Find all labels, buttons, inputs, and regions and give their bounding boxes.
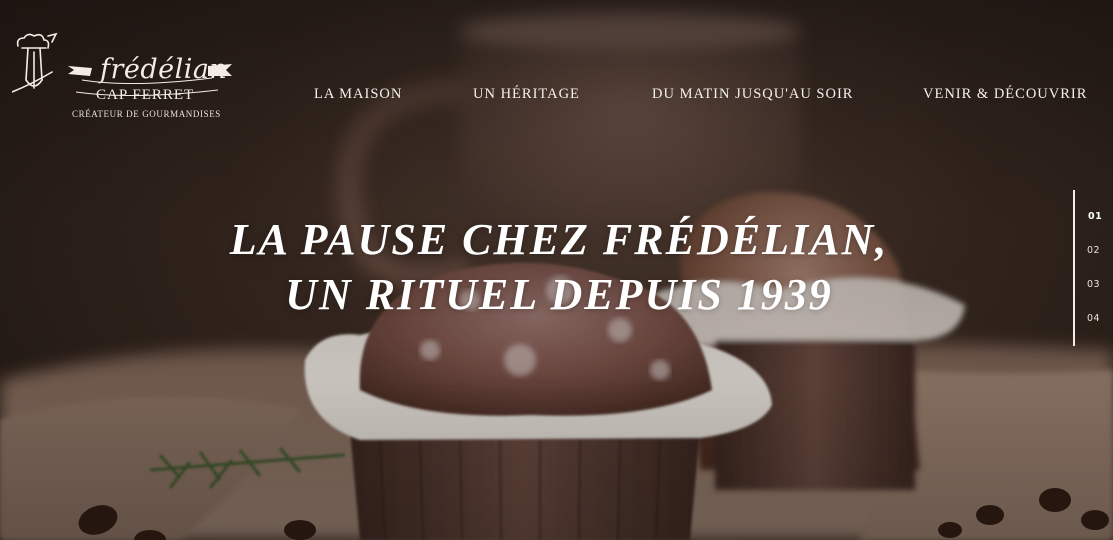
slide-pager-item-04[interactable]: 04 xyxy=(1087,313,1100,325)
hero-headline-line-2: UN RITUEL DEPUIS 1939 xyxy=(285,270,833,319)
slide-pager-item-03[interactable]: 03 xyxy=(1087,279,1100,291)
slide-pager: 01 02 03 04 xyxy=(1073,190,1113,346)
slide-pager-item-01[interactable]: 01 xyxy=(1088,211,1102,223)
slide-pager-item-02[interactable]: 02 xyxy=(1087,245,1100,257)
brand-logo[interactable]: frédélian CAP FERRET CRÉATEUR DE GOURMAN… xyxy=(12,30,234,126)
slide-pager-line xyxy=(1073,190,1075,346)
hero-headline-line-1: LA PAUSE CHEZ FRÉDÉLIAN, xyxy=(229,215,889,264)
main-navigation: LA MAISON UN HÉRITAGE DU MATIN JUSQU'AU … xyxy=(0,85,1113,105)
hero-headline: LA PAUSE CHEZ FRÉDÉLIAN, UN RITUEL DEPUI… xyxy=(0,212,1113,322)
nav-item-un-heritage[interactable]: UN HÉRITAGE xyxy=(473,85,580,103)
nav-item-venir-et-decouvrir[interactable]: VENIR & DÉCOUVRIR xyxy=(923,85,1087,103)
nav-item-la-maison[interactable]: LA MAISON xyxy=(314,85,402,103)
brand-script-name: frédélian xyxy=(100,54,228,85)
nav-item-du-matin-jusqu-au-soir[interactable]: DU MATIN JUSQU'AU SOIR xyxy=(652,85,853,103)
brand-tagline: CRÉATEUR DE GOURMANDISES xyxy=(72,109,221,119)
